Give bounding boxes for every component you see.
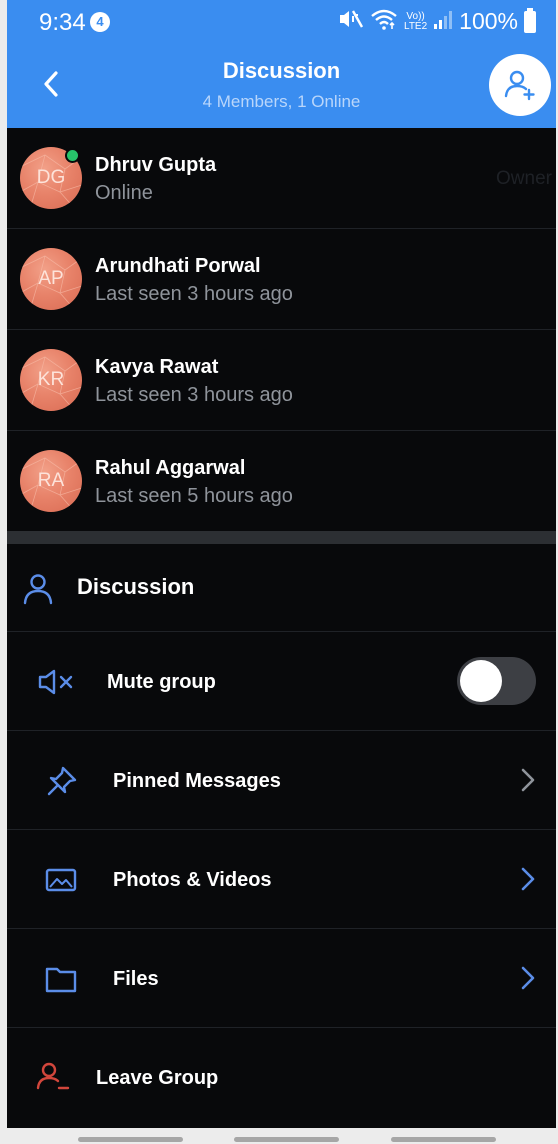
avatar-initials: AP xyxy=(38,268,64,289)
speaker-mute-icon xyxy=(38,669,73,695)
section-title: Discussion xyxy=(77,574,195,599)
mute-toggle[interactable] xyxy=(457,657,536,705)
page-title: Discussion xyxy=(222,58,341,83)
notification-badge: 4 xyxy=(90,12,110,32)
status-bar: 9:34 4 Vo)) LTE2 100% xyxy=(7,0,556,42)
app-frame: 9:34 4 Vo)) LTE2 100% Discussion 4 Membe… xyxy=(7,0,556,1128)
pinned-messages-label: Pinned Messages xyxy=(113,770,281,792)
mute-group-row: Mute group xyxy=(7,632,556,731)
member-status: Last seen 3 hours ago xyxy=(95,384,293,406)
network-label-top: Vo)) xyxy=(406,10,425,22)
member-row[interactable]: AP Arundhati Porwal Last seen 3 hours ag… xyxy=(7,229,556,330)
nav-home-button[interactable] xyxy=(234,1137,339,1142)
member-name: Kavya Rawat xyxy=(95,356,219,378)
photos-videos-label: Photos & Videos xyxy=(113,869,272,891)
wifi-icon xyxy=(370,8,398,35)
files-row[interactable]: Files xyxy=(7,929,556,1028)
member-list: DG Dhruv Gupta Online Owner AP Arundhati… xyxy=(7,128,556,532)
chevron-right-icon xyxy=(521,966,535,990)
status-icons: Vo)) LTE2 100% xyxy=(338,7,536,35)
section-divider xyxy=(7,531,556,544)
image-icon xyxy=(45,868,77,892)
owner-badge: Owner xyxy=(496,168,552,189)
add-member-button[interactable] xyxy=(489,54,551,116)
member-name: Rahul Aggarwal xyxy=(95,457,246,479)
lte-indicator: Vo)) LTE2 xyxy=(404,10,428,32)
avatar: AP xyxy=(20,248,82,310)
leave-group-label: Leave Group xyxy=(96,1067,219,1089)
chat-header: Discussion 4 Members, 1 Online xyxy=(7,42,556,128)
toggle-knob xyxy=(460,660,502,702)
network-label-bottom: LTE2 xyxy=(404,20,428,32)
avatar-initials: RA xyxy=(37,470,65,491)
folder-icon xyxy=(45,967,77,993)
avatar-initials: KR xyxy=(37,369,65,390)
member-row[interactable]: KR Kavya Rawat Last seen 3 hours ago xyxy=(7,330,556,431)
member-count: 4 Members, 1 Online xyxy=(202,92,361,111)
pin-icon xyxy=(47,766,77,796)
member-row[interactable]: RA Rahul Aggarwal Last seen 5 hours ago xyxy=(7,431,556,532)
nav-recents-button[interactable] xyxy=(78,1137,183,1142)
member-name: Dhruv Gupta xyxy=(95,154,217,176)
files-label: Files xyxy=(113,968,159,990)
member-status: Online xyxy=(95,182,153,204)
photos-videos-row[interactable]: Photos & Videos xyxy=(7,830,556,929)
nav-back-button[interactable] xyxy=(391,1137,496,1142)
chevron-right-icon xyxy=(521,768,535,792)
leave-group-row[interactable]: Leave Group xyxy=(7,1028,556,1127)
mute-group-label: Mute group xyxy=(107,671,216,693)
system-nav-bar xyxy=(0,1128,558,1144)
online-indicator xyxy=(65,148,80,163)
chevron-right-icon xyxy=(521,867,535,891)
member-status: Last seen 5 hours ago xyxy=(95,485,293,507)
battery-percent: 100% xyxy=(459,8,518,34)
member-row[interactable]: DG Dhruv Gupta Online Owner xyxy=(7,128,556,229)
member-name: Arundhati Porwal xyxy=(95,255,261,277)
group-section-header: Discussion xyxy=(7,544,556,632)
mute-vibrate-icon xyxy=(338,8,364,35)
avatar: KR xyxy=(20,349,82,411)
member-status: Last seen 3 hours ago xyxy=(95,283,293,305)
avatar: RA xyxy=(20,450,82,512)
pinned-messages-row[interactable]: Pinned Messages xyxy=(7,731,556,830)
leave-user-icon xyxy=(36,1062,70,1090)
status-time: 9:34 xyxy=(39,9,86,36)
user-icon xyxy=(23,574,53,605)
signal-icon xyxy=(433,9,453,34)
battery-icon xyxy=(524,7,536,33)
add-user-icon xyxy=(504,70,535,101)
